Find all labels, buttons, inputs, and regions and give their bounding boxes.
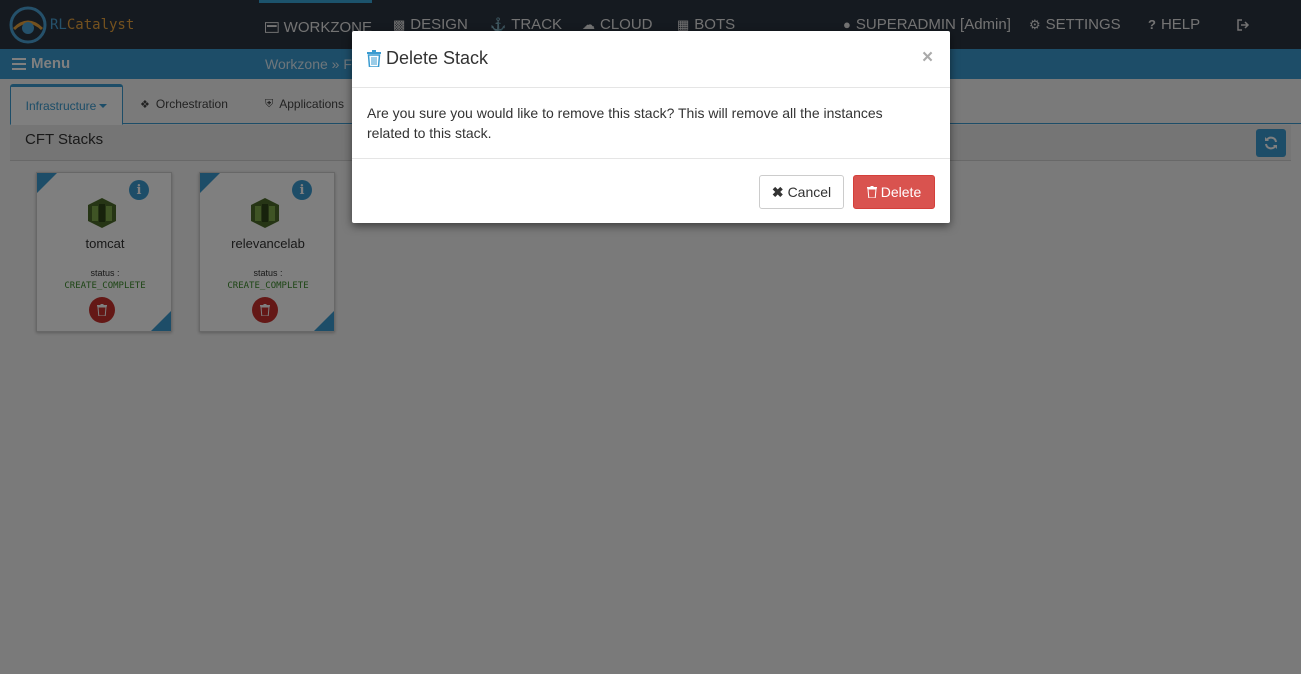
dialog-footer: ✖ Cancel Delete (352, 158, 950, 223)
delete-button-label: Delete (880, 184, 922, 200)
cancel-button-label: Cancel (787, 184, 832, 200)
delete-button[interactable]: Delete (853, 175, 935, 209)
cancel-button[interactable]: ✖ Cancel (759, 175, 844, 209)
trash-icon (866, 186, 877, 198)
close-icon[interactable]: × (922, 47, 933, 69)
delete-stack-dialog: Delete Stack × Are you sure you would li… (352, 31, 950, 223)
times-icon: ✖ (771, 183, 784, 200)
dialog-message: Are you sure you would like to remove th… (367, 105, 883, 141)
trash-icon (367, 50, 381, 67)
dialog-header: Delete Stack × (352, 31, 950, 88)
dialog-title: Delete Stack (386, 48, 489, 68)
